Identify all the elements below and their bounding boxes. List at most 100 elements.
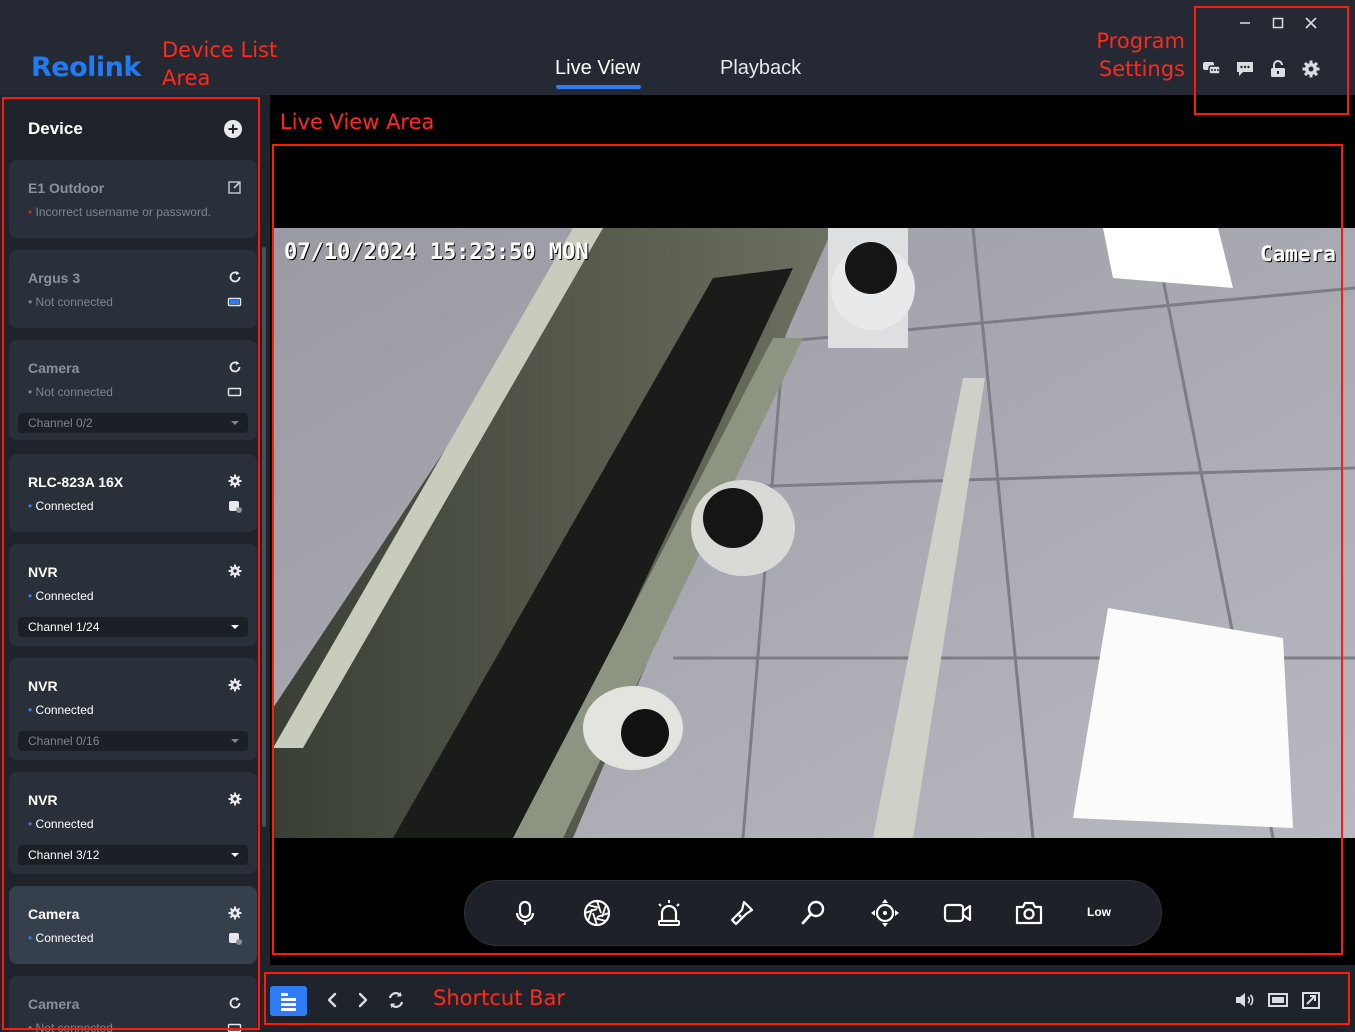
device-name: E1 Outdoor: [28, 180, 105, 196]
device-status-text: Connected: [35, 817, 94, 831]
battery-icon: [227, 1020, 243, 1032]
device-card[interactable]: Argus 3 • Not connected: [9, 250, 257, 328]
osd-camera-name: Camera: [1260, 242, 1336, 266]
device-card[interactable]: Camera • Not connected: [9, 976, 257, 1032]
reolink-logo: Reolink: [31, 52, 141, 83]
device-settings-icon[interactable]: [227, 791, 243, 807]
active-tab-indicator: [556, 85, 641, 89]
chevron-down-icon: [231, 739, 239, 743]
record-icon[interactable]: [940, 896, 974, 930]
close-icon[interactable]: [1299, 11, 1323, 35]
device-name: Camera: [28, 906, 80, 922]
tab-playback[interactable]: Playback: [720, 57, 801, 80]
channel-label: Channel 0/16: [28, 734, 100, 748]
device-settings-icon[interactable]: [227, 677, 243, 693]
add-device-icon[interactable]: [223, 119, 243, 139]
camera-video-feed[interactable]: [273, 228, 1355, 838]
message-icon[interactable]: [1234, 58, 1256, 80]
refresh-icon[interactable]: [384, 987, 408, 1013]
shortcut-bar: [262, 968, 1355, 1032]
channel-select[interactable]: Channel 0/16: [18, 731, 248, 751]
device-card-selected[interactable]: Camera • Connected: [9, 886, 257, 964]
device-name: NVR: [28, 792, 58, 808]
annotation-device-list: Device List Area: [162, 38, 278, 90]
device-status: • Connected: [28, 499, 94, 513]
device-status: • Connected: [28, 589, 94, 603]
device-list: Device E1 Outdoor • Incorrect username o…: [0, 95, 270, 1032]
device-status: • Connected: [28, 817, 94, 831]
chevron-down-icon: [231, 853, 239, 857]
annotation-live-view: Live View Area: [280, 110, 435, 134]
aperture-icon[interactable]: [580, 896, 614, 930]
reconnect-icon[interactable]: [227, 359, 243, 375]
battery-icon: [227, 384, 243, 400]
next-icon[interactable]: [351, 987, 375, 1013]
storage-icon: [227, 930, 243, 946]
volume-icon[interactable]: [1233, 987, 1257, 1013]
channel-label: Channel 3/12: [28, 848, 100, 862]
fullscreen-icon[interactable]: [1299, 987, 1323, 1013]
device-status: • Connected: [28, 931, 94, 945]
stream-quality-toggle[interactable]: Low: [1087, 905, 1111, 919]
battery-icon: [227, 294, 243, 310]
device-name: Argus 3: [28, 270, 81, 286]
device-status-text: Connected: [35, 931, 94, 945]
device-status: • Incorrect username or password.: [28, 205, 211, 219]
device-status-text: Connected: [35, 499, 94, 513]
device-name: NVR: [28, 564, 58, 580]
tab-live-view[interactable]: Live View: [555, 57, 640, 80]
device-status-text: Not connected: [35, 295, 113, 309]
device-settings-icon[interactable]: [227, 905, 243, 921]
device-status-text: Not connected: [35, 385, 113, 399]
device-status-text: Connected: [35, 589, 94, 603]
device-list-title: Device: [28, 119, 83, 138]
channel-select[interactable]: Channel 1/24: [18, 617, 248, 637]
flashlight-icon[interactable]: [724, 896, 758, 930]
aspect-ratio-icon[interactable]: [1266, 987, 1290, 1013]
channel-select[interactable]: Channel 3/12: [18, 845, 248, 865]
device-status: • Not connected: [28, 1021, 113, 1032]
ptz-icon[interactable]: [868, 896, 902, 930]
app-window: Reolink Live View Playback Device E1 Out…: [0, 0, 1355, 1032]
device-status: • Not connected: [28, 385, 113, 399]
device-card[interactable]: RLC-823A 16X • Connected: [9, 454, 257, 532]
gear-icon[interactable]: [1300, 58, 1322, 80]
device-name: RLC-823A 16X: [28, 474, 124, 490]
device-status: • Not connected: [28, 295, 113, 309]
layout-icon[interactable]: [270, 986, 307, 1016]
channel-label: Channel 1/24: [28, 620, 100, 634]
device-status-text: Incorrect username or password.: [35, 205, 211, 219]
device-card[interactable]: NVR • Connected Channel 3/12: [9, 772, 257, 874]
chevron-down-icon: [231, 625, 239, 629]
siren-icon[interactable]: [652, 896, 686, 930]
chat-icon[interactable]: [1201, 58, 1223, 80]
device-settings-icon[interactable]: [227, 563, 243, 579]
osd-datetime: 07/10/2024 15:23:50 MON: [284, 240, 589, 265]
minimize-icon[interactable]: [1233, 11, 1257, 35]
reconnect-icon[interactable]: [227, 995, 243, 1011]
maximize-icon[interactable]: [1266, 11, 1290, 35]
device-card[interactable]: NVR • Connected Channel 1/24: [9, 544, 257, 646]
zoom-icon[interactable]: [796, 896, 830, 930]
device-status-text: Connected: [35, 703, 94, 717]
device-name: NVR: [28, 678, 58, 694]
annotation-shortcut-bar: Shortcut Bar: [433, 986, 566, 1010]
device-settings-icon[interactable]: [227, 473, 243, 489]
chevron-down-icon: [231, 421, 239, 425]
reconnect-icon[interactable]: [227, 269, 243, 285]
device-card[interactable]: Camera • Not connected Channel 0/2: [9, 340, 257, 440]
snapshot-icon[interactable]: [1012, 896, 1046, 930]
channel-select[interactable]: Channel 0/2: [18, 413, 248, 433]
edit-icon[interactable]: [227, 179, 243, 195]
prev-icon[interactable]: [320, 987, 344, 1013]
unlock-icon[interactable]: [1267, 58, 1289, 80]
microphone-icon[interactable]: [508, 896, 542, 930]
device-card[interactable]: NVR • Connected Channel 0/16: [9, 658, 257, 760]
device-status-text: Not connected: [35, 1021, 113, 1032]
sidebar-scrollbar[interactable]: [262, 247, 266, 827]
device-card[interactable]: E1 Outdoor • Incorrect username or passw…: [9, 160, 257, 238]
status-dot: •: [28, 205, 36, 219]
device-status: • Connected: [28, 703, 94, 717]
storage-icon: [227, 498, 243, 514]
device-name: Camera: [28, 360, 80, 376]
